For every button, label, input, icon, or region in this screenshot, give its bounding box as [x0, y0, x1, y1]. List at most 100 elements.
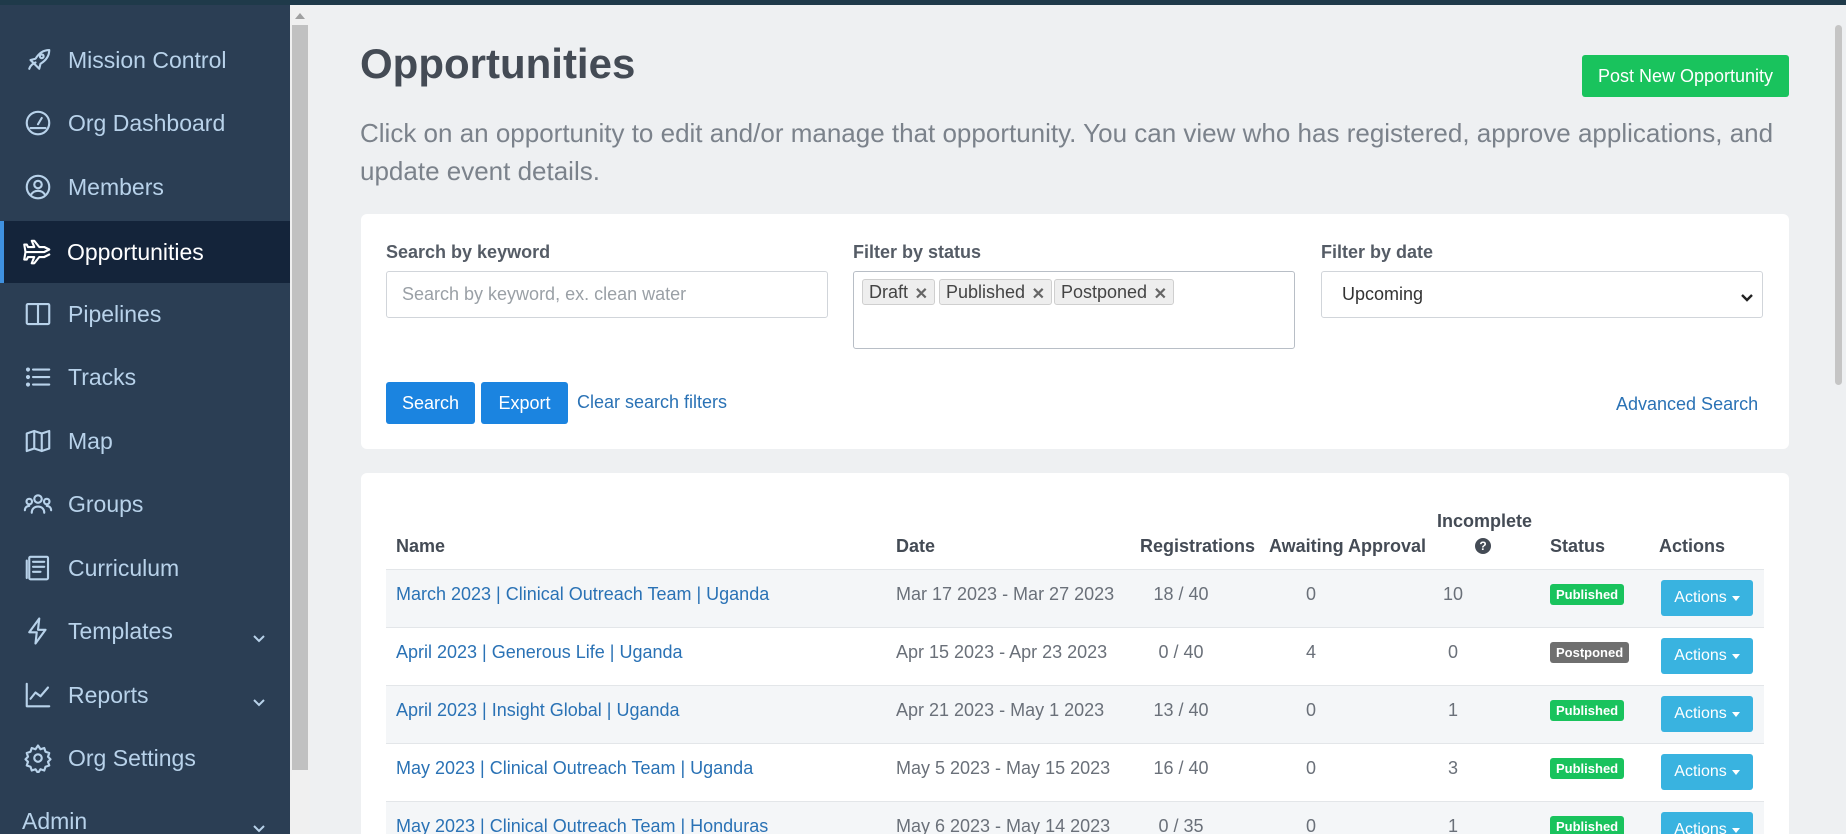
opportunity-name-link[interactable]: April 2023 | Insight Global | Uganda	[396, 686, 680, 734]
status-cell: Postponed	[1550, 628, 1630, 676]
remove-tag-icon[interactable]: ✕	[915, 284, 928, 304]
keyword-search-input[interactable]: Search by keyword, ex. clean water	[386, 271, 828, 318]
sidebar-item-org-dashboard[interactable]: Org Dashboard	[0, 99, 290, 147]
awaiting-approval-count: 0	[1305, 583, 1316, 604]
opportunity-date: May 6 2023 - May 14 2023	[896, 815, 1111, 834]
table-row[interactable]: April 2023 | Generous Life | Uganda Apr …	[386, 627, 1764, 685]
status-tag-postponed: Postponed ✕	[1054, 279, 1175, 305]
table-row[interactable]: April 2023 | Insight Global | Uganda Apr…	[386, 685, 1764, 743]
scrollbar-thumb[interactable]	[292, 25, 308, 770]
chart-line-icon	[22, 679, 54, 711]
registrations-count: 16 / 40	[1153, 757, 1209, 778]
status-filter-label: Filter by status	[853, 242, 982, 262]
search-button[interactable]: Search	[386, 382, 475, 424]
opportunity-name-link[interactable]: May 2023 | Clinical Outreach Team | Ugan…	[396, 744, 753, 792]
sidebar-item-reports[interactable]: Reports	[0, 671, 290, 719]
actions-dropdown-button[interactable]: Actions	[1661, 696, 1753, 732]
actions-label: Actions	[1674, 821, 1727, 834]
opportunity-name-link[interactable]: March 2023 | Clinical Outreach Team | Ug…	[396, 570, 769, 618]
sidebar-item-label: Members	[68, 173, 164, 200]
incomplete-count: 0	[1447, 641, 1458, 662]
registrations-count: 18 / 40	[1153, 583, 1209, 604]
table-row[interactable]: May 2023 | Clinical Outreach Team | Hond…	[386, 801, 1764, 834]
sidebar-item-label: Tracks	[68, 363, 137, 390]
status-cell: Published	[1550, 802, 1625, 834]
sidebar-item-tracks[interactable]: Tracks	[0, 353, 290, 401]
book-icon	[22, 552, 54, 584]
registrations-count: 0 / 40	[1158, 641, 1204, 662]
date-filter-value: Upcoming	[1342, 284, 1424, 304]
sidebar-item-admin[interactable]: Admin	[0, 797, 290, 834]
chevron-down-icon	[252, 624, 266, 643]
incomplete-count: 1	[1447, 699, 1458, 720]
status-filter-input[interactable]: Draft ✕ Published ✕ Postponed ✕	[853, 271, 1295, 349]
sidebar-item-label: Opportunities	[67, 238, 204, 265]
clear-search-filters-link[interactable]: Clear search filters	[577, 392, 727, 413]
date-filter-select[interactable]: Upcoming	[1321, 271, 1763, 318]
sidebar-item-opportunities[interactable]: Opportunities	[0, 221, 290, 283]
sidebar-item-label: Pipelines	[68, 300, 162, 327]
table-row[interactable]: March 2023 | Clinical Outreach Team | Ug…	[386, 569, 1764, 627]
keyword-label: Search by keyword	[386, 242, 551, 262]
sidebar-item-org-settings[interactable]: Org Settings	[0, 734, 290, 782]
sidebar-item-mission-control[interactable]: Mission Control	[0, 36, 290, 84]
scroll-up-arrow-icon[interactable]	[295, 13, 305, 19]
user-circle-icon	[22, 171, 54, 203]
rocket-icon	[22, 44, 54, 76]
opportunity-date: Apr 21 2023 - May 1 2023	[896, 699, 1105, 720]
sidebar-item-label: Map	[68, 427, 113, 454]
sidebar-item-label: Groups	[68, 490, 144, 517]
column-header-incomplete[interactable]: Incomplete	[1437, 511, 1532, 532]
sidebar-item-map[interactable]: Map	[0, 417, 290, 465]
actions-dropdown-button[interactable]: Actions	[1661, 812, 1753, 834]
incomplete-count: 10	[1442, 583, 1464, 604]
list-icon	[22, 361, 54, 393]
opportunity-name-link[interactable]: May 2023 | Clinical Outreach Team | Hond…	[396, 802, 768, 834]
advanced-search-link[interactable]: Advanced Search	[1616, 394, 1758, 415]
map-icon	[22, 425, 54, 457]
column-header-awaiting-approval[interactable]: Awaiting Approval	[1269, 536, 1426, 557]
page-scrollbar[interactable]	[1830, 5, 1846, 834]
chevron-down-icon	[252, 814, 266, 833]
date-filter-label: Filter by date	[1321, 242, 1434, 262]
remove-tag-icon[interactable]: ✕	[1154, 284, 1167, 304]
actions-dropdown-button[interactable]: Actions	[1661, 754, 1753, 790]
sidebar-item-members[interactable]: Members	[0, 163, 290, 211]
column-header-registrations[interactable]: Registrations	[1140, 536, 1255, 557]
actions-dropdown-button[interactable]: Actions	[1661, 580, 1753, 616]
plane-icon	[22, 236, 54, 268]
opportunity-date: May 5 2023 - May 15 2023	[896, 757, 1111, 778]
column-header-actions: Actions	[1659, 536, 1726, 556]
column-header-date[interactable]: Date	[896, 536, 935, 557]
columns-icon	[22, 298, 54, 330]
table-row[interactable]: May 2023 | Clinical Outreach Team | Ugan…	[386, 743, 1764, 801]
question-circle-icon[interactable]: ?	[1475, 538, 1491, 554]
actions-label: Actions	[1674, 589, 1727, 606]
actions-dropdown-button[interactable]: Actions	[1661, 638, 1753, 674]
status-badge: Published	[1550, 757, 1625, 779]
sidebar-item-pipelines[interactable]: Pipelines	[0, 290, 290, 338]
status-badge: Published	[1550, 583, 1625, 605]
post-new-opportunity-button[interactable]: Post New Opportunity	[1582, 55, 1789, 97]
sidebar-item-templates[interactable]: Templates	[0, 607, 290, 655]
status-cell: Published	[1550, 744, 1625, 792]
caret-down-icon	[1731, 711, 1740, 717]
column-header-name[interactable]: Name	[396, 536, 445, 557]
awaiting-approval-count: 0	[1305, 815, 1316, 834]
page-title: Opportunities	[360, 40, 636, 87]
actions-label: Actions	[1674, 763, 1727, 780]
sidebar-scrollbar[interactable]	[290, 5, 310, 834]
sidebar-item-curriculum[interactable]: Curriculum	[0, 544, 290, 592]
scrollbar-thumb[interactable]	[1835, 25, 1842, 385]
status-tag-published: Published ✕	[939, 279, 1053, 305]
opportunity-name-link[interactable]: April 2023 | Generous Life | Uganda	[396, 628, 683, 676]
export-button[interactable]: Export	[481, 382, 568, 424]
remove-tag-icon[interactable]: ✕	[1032, 284, 1045, 304]
status-badge: Postponed	[1550, 641, 1630, 663]
sidebar-item-groups[interactable]: Groups	[0, 480, 290, 528]
tag-label: Draft	[869, 281, 909, 302]
column-header-status[interactable]: Status	[1550, 536, 1605, 557]
actions-label: Actions	[1674, 647, 1727, 664]
incomplete-count: 3	[1447, 757, 1458, 778]
gauge-icon	[22, 107, 54, 139]
